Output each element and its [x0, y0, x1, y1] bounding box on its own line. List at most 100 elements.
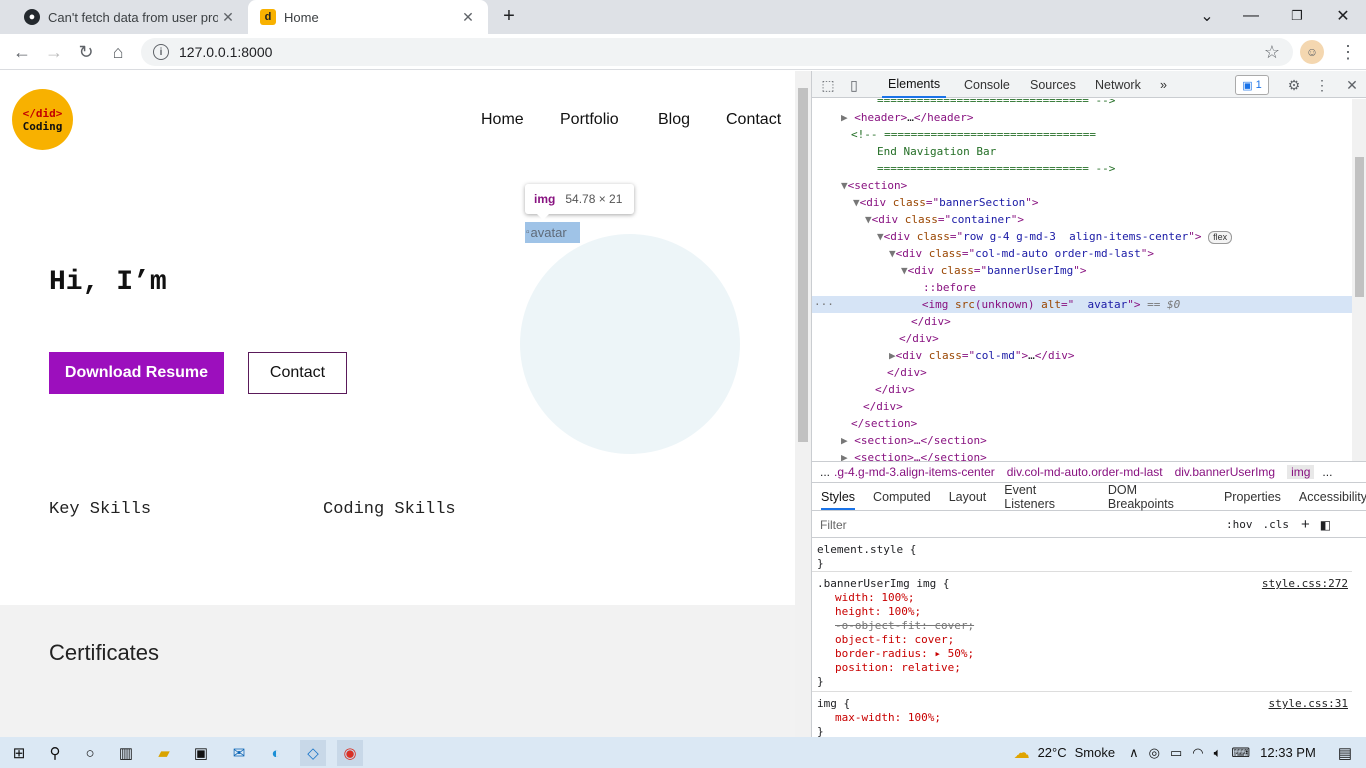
breadcrumb-more[interactable]: ... — [1322, 465, 1332, 479]
tab-computed[interactable]: Computed — [873, 490, 931, 504]
forward-icon[interactable]: → — [42, 40, 66, 64]
nav-contact[interactable]: Contact — [726, 111, 781, 129]
rule1-source-link[interactable]: style.css:272 — [1262, 577, 1348, 591]
inspect-element-icon[interactable]: ⬚ — [818, 75, 838, 95]
breadcrumb-item[interactable]: .g-4.g-md-3.align-items-center — [834, 465, 995, 479]
keyboard-icon[interactable]: ⌨ — [1231, 745, 1250, 761]
hov-toggle[interactable]: :hov — [1226, 518, 1253, 531]
reload-icon[interactable]: ↻ — [74, 40, 98, 64]
device-toolbar-icon[interactable]: ▯ — [844, 75, 864, 95]
settings-gear-icon[interactable]: ⚙ — [1284, 75, 1304, 95]
back-icon[interactable]: ← — [10, 40, 34, 64]
rule2-source-link[interactable]: style.css:31 — [1269, 697, 1348, 711]
dom-line[interactable]: ▶<div class="col-md">…</div> — [812, 347, 1352, 364]
contact-button[interactable]: Contact — [248, 352, 347, 394]
flex-badge[interactable]: flex — [1208, 231, 1233, 244]
tab-event-listeners[interactable]: Event Listeners — [1004, 483, 1090, 511]
tab-search-icon[interactable]: ⌄ — [1192, 4, 1222, 28]
home-icon[interactable]: ⌂ — [106, 40, 130, 64]
dom-line[interactable]: ▼<div class="row g-4 g-md-3 align-items-… — [812, 228, 1352, 245]
file-explorer-icon[interactable]: ▰ — [151, 740, 177, 766]
more-tabs-icon[interactable]: » — [1160, 71, 1167, 98]
close-window-icon[interactable]: ✕ — [1328, 4, 1358, 28]
volume-icon[interactable]: 🔈︎ — [1214, 745, 1222, 761]
dom-line-selected[interactable]: ··· <img src(unknown) alt=" avatar"> == $… — [812, 296, 1352, 313]
close-devtools-icon[interactable]: ✕ — [1342, 75, 1362, 95]
close-tab-icon[interactable]: ✕ — [458, 9, 478, 26]
css-prop-object-fit[interactable]: object-fit: cover; — [835, 633, 954, 647]
temperature[interactable]: 22°C — [1038, 745, 1067, 760]
css-prop-border-radius[interactable]: border-radius: ▸ 50%; — [835, 647, 974, 661]
menu-kebab-icon[interactable]: ⋮ — [1336, 40, 1360, 64]
breadcrumb-item-selected[interactable]: img — [1287, 465, 1315, 479]
breadcrumb-more[interactable]: ... — [820, 465, 830, 479]
bookmark-star-icon[interactable]: ☆ — [1260, 40, 1284, 64]
weather-icon[interactable]: ☁ — [1014, 743, 1030, 763]
site-info-icon[interactable]: i — [153, 44, 169, 60]
rule2-selector[interactable]: img { — [817, 697, 850, 711]
css-prop-height[interactable]: height: 100%; — [835, 605, 921, 619]
element-style-rule[interactable]: element.style { — [817, 543, 916, 557]
dom-line[interactable]: ▼<div class="container"> — [812, 211, 1352, 228]
devtools-menu-icon[interactable]: ⋮ — [1312, 75, 1332, 95]
css-prop-max-width[interactable]: max-width: 100%; — [835, 711, 941, 725]
close-tab-icon[interactable]: ✕ — [218, 9, 238, 26]
mail-icon[interactable]: ✉ — [226, 740, 252, 766]
toggle-sidebar-icon[interactable]: ◧ — [1320, 518, 1331, 532]
tab-accessibility[interactable]: Accessibility — [1299, 490, 1366, 504]
breadcrumb-item[interactable]: div.col-md-auto.order-md-last — [1007, 465, 1163, 479]
browser-tab-github[interactable]: ● Can't fetch data from user profile ✕ — [4, 0, 248, 34]
browser-tab-home[interactable]: d Home ✕ — [248, 0, 488, 34]
notifications-icon[interactable]: ▤ — [1338, 744, 1352, 762]
dom-line[interactable]: ▼<div class="bannerUserImg"> — [812, 262, 1352, 279]
dom-scrollbar[interactable] — [1352, 99, 1366, 461]
tray-chevron-icon[interactable]: ∧ — [1129, 745, 1139, 761]
wifi-icon[interactable]: ◠ — [1192, 745, 1203, 761]
dom-scrollbar-thumb[interactable] — [1355, 157, 1364, 297]
tab-layout[interactable]: Layout — [949, 490, 987, 504]
site-logo[interactable]: </did> Coding — [12, 89, 73, 150]
tab-elements[interactable]: Elements — [882, 71, 947, 98]
chrome-icon[interactable]: ◉ — [337, 740, 363, 766]
edge-icon[interactable]: ◐ — [263, 740, 289, 766]
breadcrumb-item[interactable]: div.bannerUserImg — [1175, 465, 1276, 479]
tab-styles[interactable]: Styles — [821, 490, 856, 510]
weather-text[interactable]: Smoke — [1075, 745, 1115, 760]
rule1-selector[interactable]: .bannerUserImg img { — [817, 577, 949, 591]
download-resume-button[interactable]: Download Resume — [49, 352, 224, 394]
vscode-icon[interactable]: ◇ — [300, 740, 326, 766]
clock[interactable]: 12:33 PM — [1260, 745, 1316, 760]
minimize-icon[interactable]: — — [1236, 4, 1266, 28]
dom-line[interactable]: ▶ <header>…</header> — [812, 109, 1352, 126]
tab-dom-breakpoints[interactable]: DOM Breakpoints — [1108, 483, 1206, 511]
dom-line[interactable]: ▼<div class="col-md-auto order-md-last"> — [812, 245, 1352, 262]
dom-line[interactable]: ▼<div class="bannerSection"> — [812, 194, 1352, 211]
nav-portfolio[interactable]: Portfolio — [560, 111, 619, 129]
tab-console[interactable]: Console — [964, 71, 1010, 98]
profile-avatar-icon[interactable]: ☺ — [1300, 40, 1324, 64]
battery-icon[interactable]: ▭ — [1170, 745, 1182, 761]
tab-network[interactable]: Network — [1095, 71, 1141, 98]
dom-line[interactable]: ::before — [812, 279, 1352, 296]
dom-line[interactable]: ▶ <section>…</section> — [812, 432, 1352, 449]
windows-start-icon[interactable]: ⊞ — [6, 740, 32, 766]
restore-icon[interactable]: ❐ — [1282, 4, 1312, 28]
tab-properties[interactable]: Properties — [1224, 490, 1281, 504]
css-prop-width[interactable]: width: 100%; — [835, 591, 914, 605]
css-prop-position[interactable]: position: relative; — [835, 661, 961, 675]
nav-home[interactable]: Home — [481, 111, 524, 129]
issues-badge[interactable]: ▣ 1 — [1235, 75, 1269, 95]
cls-toggle[interactable]: .cls — [1263, 518, 1290, 531]
address-bar[interactable]: i 127.0.0.1:8000 — [141, 38, 1293, 66]
dom-line[interactable]: ▼<section> — [812, 177, 1352, 194]
cortana-icon[interactable]: ○ — [77, 740, 103, 766]
nav-blog[interactable]: Blog — [658, 111, 690, 129]
new-tab-button[interactable]: + — [494, 4, 524, 28]
css-prop-struck[interactable]: -o-object-fit: cover; — [835, 619, 974, 633]
meet-icon[interactable]: ◎ — [1149, 745, 1160, 761]
store-icon[interactable]: ▣ — [188, 740, 214, 766]
styles-filter-input[interactable]: Filter — [820, 518, 1220, 532]
search-icon[interactable]: ⚲ — [42, 740, 68, 766]
page-scrollbar[interactable] — [795, 71, 811, 737]
tab-sources[interactable]: Sources — [1030, 71, 1076, 98]
